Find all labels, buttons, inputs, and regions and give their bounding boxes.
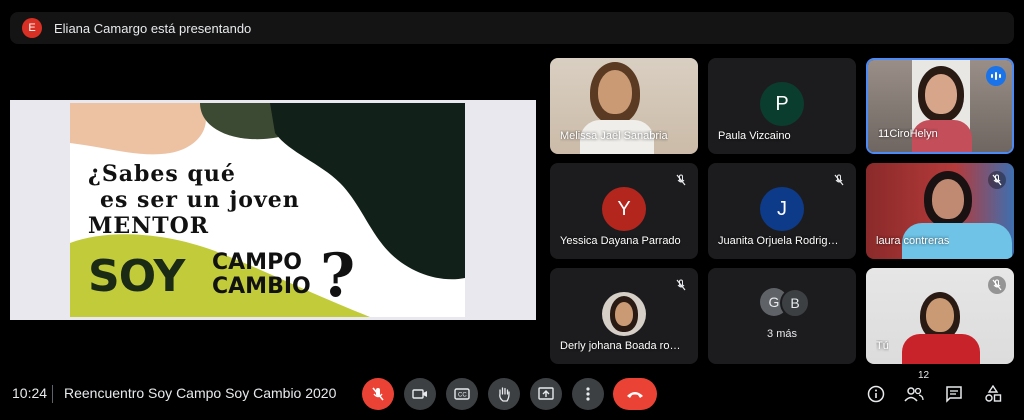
participant-name: Tú <box>876 340 889 352</box>
mic-off-icon <box>988 276 1006 294</box>
participant-face <box>926 298 954 332</box>
hangup-icon <box>627 392 643 398</box>
mic-off-icon <box>372 387 384 401</box>
slide-canvas: ¿Sabes qué es ser un joven MENTOR SOY CA… <box>70 103 465 317</box>
control-bar: 10:24 Reencuentro Soy Campo Soy Cambio 2… <box>0 370 1024 420</box>
present-now-button[interactable] <box>530 378 562 410</box>
participant-body <box>902 334 980 364</box>
activities-icon <box>985 385 1002 402</box>
present-icon <box>538 387 554 400</box>
participant-name: 11CiroHelyn <box>878 128 938 140</box>
participant-face <box>925 74 957 114</box>
more-options-button[interactable] <box>572 378 604 410</box>
leave-call-button[interactable] <box>613 378 657 410</box>
participant-avatar: Y <box>602 187 646 231</box>
participant-avatar: J <box>760 187 804 231</box>
captions-icon: CC <box>454 388 470 400</box>
participant-tile[interactable]: P Paula Vizcaino <box>708 58 856 154</box>
mic-off-icon <box>988 171 1006 189</box>
participant-tile[interactable]: Y Yessica Dayana Parrado <box>550 163 698 259</box>
chat-icon <box>946 386 962 403</box>
chat-button[interactable] <box>940 380 968 408</box>
participant-tile[interactable]: Derly johana Boada ro… <box>550 268 698 364</box>
presenter-banner: E Eliana Camargo está presentando <box>10 12 1014 44</box>
participant-avatar: B <box>780 288 810 318</box>
slide-heading-line-3: MENTOR <box>88 213 210 239</box>
participant-name: Juanita Orjuela Rodrig… <box>718 235 839 247</box>
slide-logo-campo-cambio: CAMPO CAMBIO <box>212 251 311 299</box>
slide-logo-soy: SOY <box>88 251 185 302</box>
presenter-avatar: E <box>22 18 42 38</box>
participant-face <box>615 302 633 326</box>
slide-logo-cambio: CAMBIO <box>212 274 311 299</box>
svg-text:CC: CC <box>458 393 467 399</box>
participant-tile[interactable]: laura contreras <box>866 163 1014 259</box>
divider <box>52 385 53 403</box>
speaking-indicator-icon <box>986 66 1006 86</box>
captions-button[interactable]: CC <box>446 378 478 410</box>
participant-tile[interactable]: Melissa Jaël Sanabria <box>550 58 698 154</box>
participant-tile[interactable]: J Juanita Orjuela Rodrig… <box>708 163 856 259</box>
participant-face <box>932 179 964 219</box>
mic-off-icon <box>672 171 690 189</box>
camera-icon <box>412 389 427 399</box>
camera-toggle-button[interactable] <box>404 378 436 410</box>
more-participants-label: 3 más <box>767 328 797 340</box>
meet-window: E Eliana Camargo está presentando ¿Sabes… <box>0 0 1024 420</box>
slide-heading-line-1: ¿Sabes qué <box>88 161 236 187</box>
participant-avatar: P <box>760 82 804 126</box>
mic-off-icon <box>672 276 690 294</box>
participant-name: laura contreras <box>876 235 950 247</box>
self-view-tile[interactable]: Tú <box>866 268 1014 364</box>
meeting-clock: 10:24 <box>12 385 48 401</box>
participant-name: Derly johana Boada ro… <box>560 340 681 352</box>
participant-name: Yessica Dayana Parrado <box>560 235 681 247</box>
people-icon <box>904 387 924 402</box>
slide-logo-campo: CAMPO <box>212 250 302 275</box>
meeting-details-button[interactable] <box>862 380 890 408</box>
activities-button[interactable] <box>979 380 1007 408</box>
participant-name: Melissa Jaël Sanabria <box>560 130 668 142</box>
raise-hand-icon <box>499 387 510 402</box>
presenting-status-text: Eliana Camargo está presentando <box>54 20 252 36</box>
people-button[interactable] <box>900 380 928 408</box>
participant-tile-active-speaker[interactable]: 11CiroHelyn <box>866 58 1014 154</box>
mic-off-icon <box>830 171 848 189</box>
more-participants-tile[interactable]: G B 3 más <box>708 268 856 364</box>
slide-heading-line-2: es ser un joven <box>100 187 300 213</box>
participant-face <box>598 70 632 114</box>
participant-name: Paula Vizcaino <box>718 130 791 142</box>
more-options-icon <box>586 387 590 401</box>
mic-toggle-button[interactable] <box>362 378 394 410</box>
info-icon <box>867 385 885 403</box>
raise-hand-button[interactable] <box>488 378 520 410</box>
presentation-view[interactable]: ¿Sabes qué es ser un joven MENTOR SOY CA… <box>10 100 536 320</box>
meeting-title: Reencuentro Soy Campo Soy Cambio 2020 <box>64 385 337 401</box>
slide-question-mark: ? <box>320 241 356 311</box>
participant-small-video <box>602 292 646 336</box>
